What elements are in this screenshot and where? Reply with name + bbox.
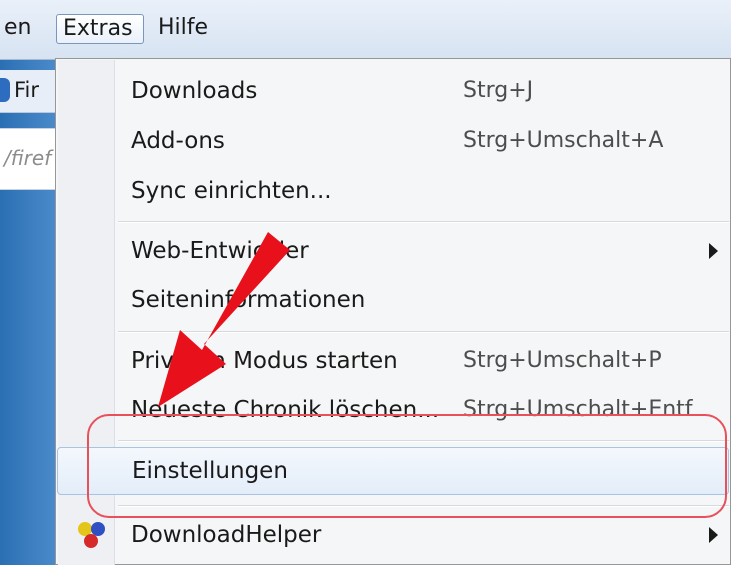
menu-item-shortcut: Strg+Umschalt+P <box>463 348 662 373</box>
menu-partial-item[interactable]: en <box>0 14 37 44</box>
annotation-arrow-icon <box>158 232 290 407</box>
submenu-arrow-icon <box>709 527 718 543</box>
menu-item-downloads[interactable]: Downloads Strg+J <box>57 68 729 114</box>
menu-hilfe[interactable]: Hilfe <box>152 14 214 44</box>
url-field-text: /firef <box>4 146 52 170</box>
annotation-highlight-rectangle <box>87 414 727 518</box>
menu-item-sync[interactable]: Sync einrichten... <box>57 168 729 214</box>
menu-item-shortcut: Strg+J <box>463 78 534 103</box>
menu-item-add-ons[interactable]: Add-ons Strg+Umschalt+A <box>57 118 729 164</box>
menu-item-downloadhelper[interactable]: DownloadHelper <box>57 512 729 558</box>
menu-item-label: Downloads <box>131 78 258 104</box>
menu-item-shortcut: Strg+Umschalt+A <box>463 128 664 153</box>
menu-extras-label: Extras <box>63 16 133 41</box>
menu-separator <box>118 221 729 223</box>
menu-extras[interactable]: Extras <box>56 14 144 44</box>
menu-item-label: DownloadHelper <box>131 522 322 548</box>
menu-item-label: Add-ons <box>131 128 225 154</box>
firefox-icon <box>0 78 10 102</box>
downloadhelper-icon <box>78 522 105 548</box>
submenu-arrow-icon <box>709 243 718 259</box>
menu-item-label: Sync einrichten... <box>131 178 332 204</box>
menu-bar: en Extras Hilfe <box>0 0 731 60</box>
menu-hilfe-label: Hilfe <box>158 15 209 40</box>
browser-tab-label: Fir <box>14 78 40 102</box>
